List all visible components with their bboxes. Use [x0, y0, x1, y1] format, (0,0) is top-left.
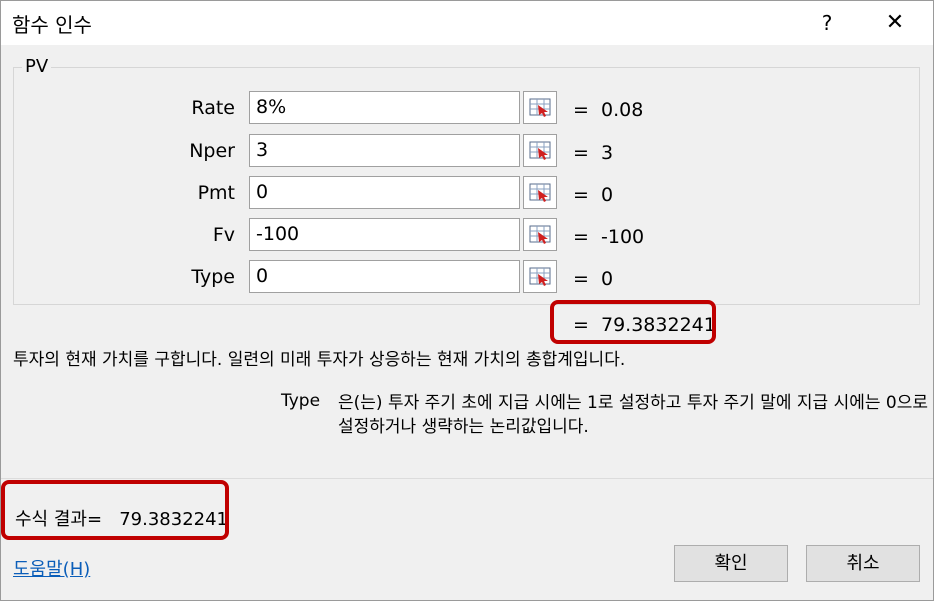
- arg-label-rate: Rate: [191, 97, 235, 119]
- dialog-title: 함수 인수: [12, 13, 92, 37]
- range-select-icon: [529, 267, 551, 286]
- arg-result-type: = 0: [573, 268, 614, 290]
- arg-result-fv: = -100: [573, 226, 645, 248]
- arg-input-rate[interactable]: 8%: [249, 91, 520, 124]
- help-button[interactable]: ?: [807, 4, 847, 42]
- arg-input-type[interactable]: 0: [249, 260, 520, 293]
- argument-description-name: Type: [281, 391, 321, 411]
- ok-button[interactable]: 확인: [674, 545, 788, 582]
- range-select-icon: [529, 141, 551, 160]
- dialog-body: PV Rate 8% = 0.08 Nper 3 = 3 Pmt 0 = 0 F…: [1, 45, 933, 600]
- function-arguments-dialog: 함수 인수 ? ✕ PV Rate 8% = 0.08 Nper 3 = 3 P…: [0, 0, 934, 601]
- separator: [1, 478, 933, 479]
- arg-input-pmt[interactable]: 0: [249, 176, 520, 209]
- help-link[interactable]: 도움말(H): [13, 555, 90, 581]
- arg-label-fv: Fv: [212, 224, 235, 246]
- range-select-button-nper[interactable]: [523, 134, 557, 167]
- arg-input-nper[interactable]: 3: [249, 134, 520, 167]
- arg-result-nper: = 3: [573, 142, 614, 164]
- range-select-button-type[interactable]: [523, 260, 557, 293]
- range-select-button-fv[interactable]: [523, 218, 557, 251]
- range-select-button-pmt[interactable]: [523, 176, 557, 209]
- cancel-button[interactable]: 취소: [806, 545, 920, 582]
- range-select-icon: [529, 183, 551, 202]
- arg-label-nper: Nper: [189, 140, 235, 162]
- range-select-icon: [529, 98, 551, 117]
- function-name-label: PV: [22, 56, 52, 77]
- arg-input-fv[interactable]: -100: [249, 218, 520, 251]
- result-highlight-box: [550, 300, 716, 344]
- arg-result-rate: = 0.08: [573, 99, 644, 121]
- close-button[interactable]: ✕: [871, 4, 919, 42]
- title-bar[interactable]: 함수 인수 ? ✕: [1, 1, 933, 45]
- arg-result-pmt: = 0: [573, 184, 614, 206]
- range-select-icon: [529, 225, 551, 244]
- arg-label-type: Type: [191, 266, 235, 288]
- argument-description-text: 은(는) 투자 주기 초에 지급 시에는 1로 설정하고 투자 주기 말에 지급…: [338, 393, 928, 437]
- function-description: 투자의 현재 가치를 구합니다. 일련의 미래 투자가 상응하는 현재 가치의 …: [13, 350, 626, 370]
- range-select-button-rate[interactable]: [523, 91, 557, 124]
- arg-label-pmt: Pmt: [197, 182, 235, 204]
- formula-result-highlight-box: [1, 480, 229, 540]
